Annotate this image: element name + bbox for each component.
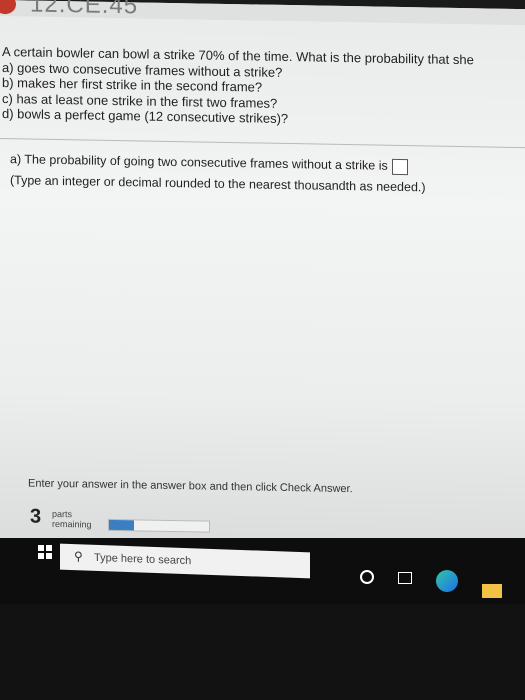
question-id: 12.CE.45 (30, 0, 139, 20)
parts-label-line2: remaining (52, 518, 92, 530)
question-text: A certain bowler can bowl a strike 70% o… (2, 44, 512, 130)
parts-label-line1: parts (52, 508, 73, 520)
browser-screen: 12.CE.45 A certain bowler can bowl a str… (0, 0, 525, 570)
search-icon: ⚲ (74, 549, 83, 564)
instruction-text: Enter your answer in the answer box and … (28, 477, 353, 496)
parts-remaining-label: parts remaining (52, 509, 92, 530)
divider (0, 138, 525, 149)
answer-input[interactable] (391, 158, 408, 175)
cortana-icon[interactable] (360, 570, 374, 584)
search-input[interactable]: Type here to search (94, 552, 191, 567)
windows-icon[interactable] (38, 545, 52, 559)
answer-hint: (Type an integer or decimal rounded to t… (10, 173, 426, 195)
parts-remaining-count: 3 (30, 505, 42, 528)
progress-fill (109, 519, 134, 531)
edge-icon[interactable] (436, 570, 458, 592)
task-view-icon[interactable] (398, 572, 412, 584)
answer-prompt-text: a) The probability of going two consecut… (10, 152, 388, 173)
file-explorer-icon[interactable] (482, 584, 502, 598)
monitor-bezel (0, 604, 525, 700)
answer-prompt: a) The probability of going two consecut… (10, 150, 408, 175)
progress-bar (108, 518, 210, 533)
